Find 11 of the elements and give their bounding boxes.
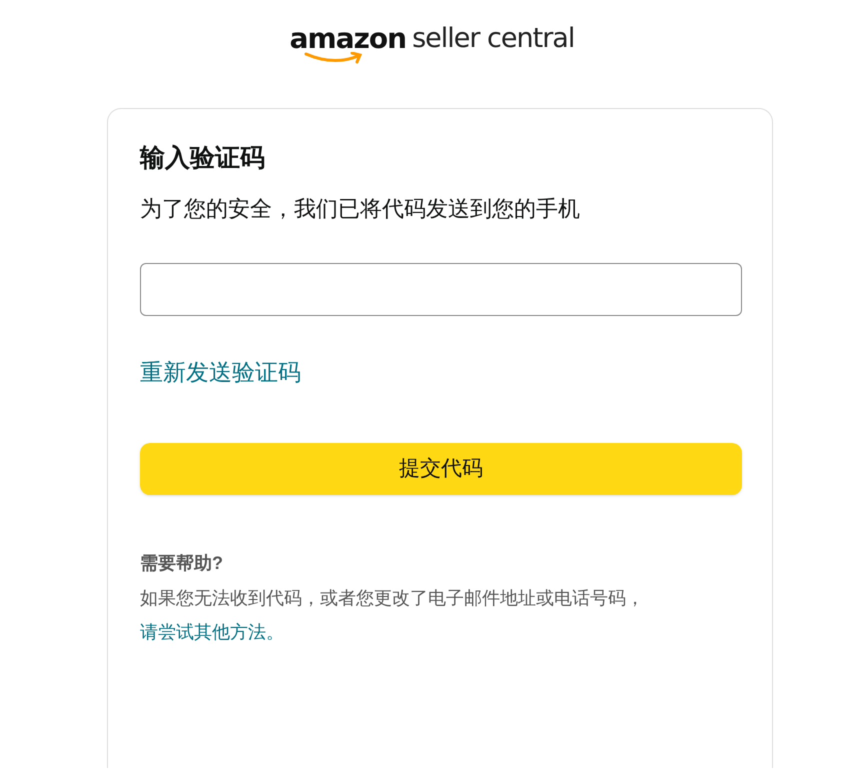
- code-input-field[interactable]: [140, 263, 742, 316]
- message-text: 为了您的安全，我们已将代码发送到您的手机: [140, 195, 581, 223]
- try-other-methods-link[interactable]: 请尝试其他方法。: [140, 615, 284, 649]
- smile-arrow-icon: [304, 52, 364, 64]
- help-title: 需要帮助?: [140, 552, 224, 575]
- logo-product: seller central: [412, 22, 574, 56]
- resend-code-link[interactable]: 重新发送验证码: [140, 356, 301, 388]
- logo-brand: amazon: [290, 22, 406, 56]
- help-text: 如果您无法收到代码，或者您更改了电子邮件地址或电话号码，: [140, 587, 645, 610]
- card-title: 输入验证码: [140, 143, 266, 174]
- submit-code-button[interactable]: 提交代码: [140, 443, 742, 495]
